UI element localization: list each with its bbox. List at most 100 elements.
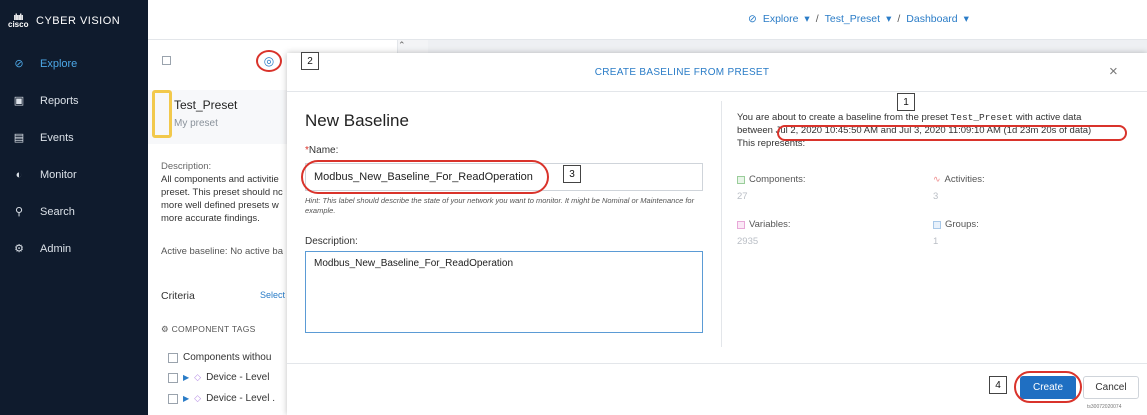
sidebar-item-explore[interactable]: ⊘ Explore (0, 45, 148, 82)
name-label-text: Name: (308, 145, 339, 156)
variables-icon (737, 220, 745, 229)
modal-title: CREATE BASELINE FROM PRESET (594, 67, 770, 78)
variables-value: 2935 (737, 236, 759, 247)
info-line: You are about to create a baseline from … (737, 111, 1137, 124)
key-icon (152, 90, 172, 138)
preset-title: Test_Preset (174, 98, 238, 112)
top-bar: ⊘ Explore ▾ / Test_Preset ▾ / Dashboard … (148, 0, 1147, 40)
tag-icon: ◇ (194, 393, 202, 403)
component-tags-heading: ⚙ COMPONENT TAGS (161, 324, 256, 335)
tag-icon: ◇ (194, 372, 202, 382)
activity-icon: ∿ (933, 174, 941, 184)
preset-subtitle: My preset (174, 118, 218, 129)
app-window: ılıılı cisco CYBER VISION ⊘ Explore ▣ Rep… (0, 0, 1147, 415)
brand-name: CYBER VISION (36, 15, 121, 27)
activities-value: 3 (933, 191, 939, 202)
divider (287, 91, 1147, 92)
groups-stat: Groups: (933, 219, 979, 230)
sidebar-item-label: Explore (40, 57, 78, 70)
divider (287, 363, 1147, 364)
sidebar-item-admin[interactable]: ⚙ Admin (0, 230, 148, 267)
criteria-heading: Criteria (161, 290, 195, 302)
compass-icon: ⊘ (14, 58, 24, 70)
checkbox[interactable] (168, 393, 178, 404)
tree-item-label: Device - Level . (206, 393, 275, 404)
callout-2: 2 (301, 52, 319, 70)
name-label: *Name: (305, 145, 338, 156)
chevron-down-icon[interactable]: ▾ (964, 13, 969, 25)
activities-label: Activities: (944, 174, 985, 185)
expand-icon[interactable]: ▶ (183, 394, 189, 403)
chevron-up-icon[interactable]: ⌃ (398, 40, 406, 51)
sidebar-item-reports[interactable]: ▣ Reports (0, 82, 148, 119)
search-icon: ⚲ (14, 206, 24, 218)
variables-stat: Variables: (737, 219, 791, 230)
cisco-logo: ılıılı cisco (8, 12, 29, 29)
breadcrumb-separator: / (815, 13, 819, 25)
sidebar-item-label: Events (40, 131, 74, 144)
close-icon[interactable]: × (1109, 63, 1118, 80)
breadcrumb-preset[interactable]: Test_Preset (825, 13, 880, 25)
monitor-icon: ◐ (15, 168, 23, 181)
active-baseline-label: Active baseline: (161, 246, 228, 257)
variables-label: Variables: (749, 219, 791, 230)
new-baseline-heading: New Baseline (305, 111, 409, 130)
chevron-down-icon[interactable]: ▾ (886, 13, 891, 25)
sidebar-item-monitor[interactable]: ◐ Monitor (0, 156, 148, 193)
document-icon: ▣ (13, 95, 25, 107)
gear-icon: ⚙ (14, 243, 24, 255)
calendar-icon: ▤ (13, 132, 25, 144)
groups-label: Groups: (945, 219, 979, 230)
gear-icon: ⚙ (161, 324, 169, 334)
components-label: Components: (749, 174, 806, 185)
active-baseline: Active baseline: No active ba (161, 246, 283, 257)
groups-icon (933, 220, 941, 229)
breadcrumb-dashboard[interactable]: Dashboard (906, 13, 957, 25)
sidebar-item-label: Search (40, 205, 75, 218)
breadcrumb-separator: / (897, 13, 901, 25)
sidebar: ılıılı cisco CYBER VISION ⊘ Explore ▣ Rep… (0, 0, 148, 415)
tree-item[interactable]: Components withou (168, 352, 271, 363)
baseline-description-textarea[interactable]: Modbus_New_Baseline_For_ReadOperation (305, 251, 703, 333)
highlight-circle (777, 125, 1127, 141)
checkbox[interactable] (168, 352, 178, 363)
highlight-circle (1014, 371, 1082, 403)
expand-icon[interactable]: ▶ (183, 373, 189, 382)
select-link[interactable]: Select (260, 290, 285, 300)
tree-item-label: Components withou (183, 352, 272, 363)
info-preset-name: Test_Preset (950, 112, 1014, 123)
info-text: with active data (1015, 112, 1082, 123)
tree-item-label: Device - Level (206, 372, 270, 383)
info-text: You are about to create a baseline from … (737, 112, 948, 123)
cancel-button[interactable]: Cancel (1083, 376, 1139, 399)
components-icon (737, 175, 745, 184)
sidebar-item-label: Reports (40, 94, 79, 107)
activities-stat: ∿ Activities: (933, 174, 985, 185)
tree-item[interactable]: ▶ ◇ Device - Level . (168, 393, 275, 404)
tree-item[interactable]: ▶ ◇ Device - Level (168, 372, 269, 383)
checkbox[interactable] (168, 372, 178, 383)
info-text: between (737, 125, 773, 136)
sidebar-nav: ⊘ Explore ▣ Reports ▤ Events ◐ Monitor ⚲… (0, 45, 148, 267)
name-hint: Hint: This label should describe the sta… (305, 196, 695, 215)
compass-icon: ⊘ (748, 13, 757, 25)
active-baseline-value: No active ba (230, 246, 283, 257)
sidebar-item-label: Monitor (40, 168, 77, 181)
create-baseline-modal: CREATE BASELINE FROM PRESET × New Baseli… (287, 53, 1147, 415)
description-label: Description: (305, 236, 358, 247)
callout-3: 3 (563, 165, 581, 183)
breadcrumb-explore[interactable]: Explore (763, 13, 799, 25)
component-tags-label: COMPONENT TAGS (171, 324, 256, 334)
chevron-down-icon[interactable]: ▾ (804, 13, 809, 25)
brand: ılıılı cisco CYBER VISION (8, 13, 120, 29)
sidebar-item-search[interactable]: ⚲ Search (0, 193, 148, 230)
callout-1: 1 (897, 93, 915, 111)
collapse-icon[interactable] (162, 56, 171, 65)
callout-4: 4 (989, 376, 1007, 394)
sidebar-item-events[interactable]: ▤ Events (0, 119, 148, 156)
highlight-circle (301, 160, 549, 194)
eye-icon[interactable]: ◎ (256, 50, 282, 72)
components-stat: Components: (737, 174, 806, 185)
figure-id: ts30072020074 (1087, 404, 1122, 410)
sidebar-item-label: Admin (40, 242, 72, 255)
